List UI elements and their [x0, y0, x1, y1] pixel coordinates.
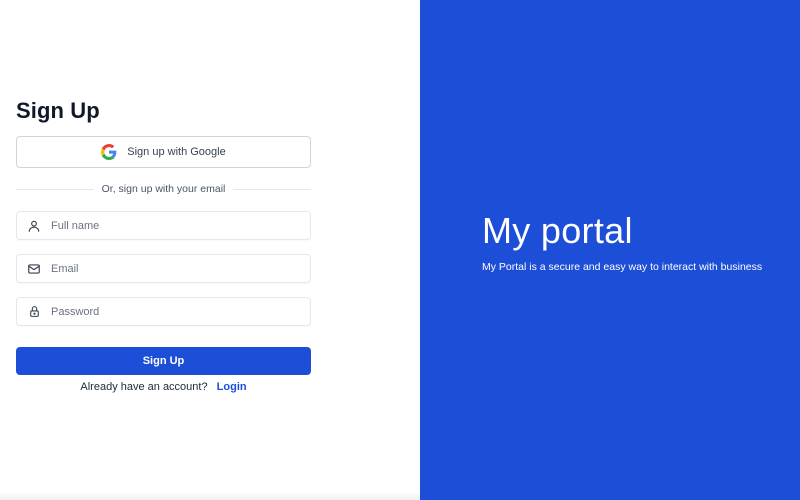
login-prompt-row: Already have an account? Login	[16, 381, 311, 393]
sign-up-button[interactable]: Sign Up	[16, 347, 311, 375]
signup-page: Sign Up Sign up with Google Or, sign up …	[0, 0, 800, 500]
login-link[interactable]: Login	[217, 381, 247, 393]
brand-title: My portal	[482, 210, 633, 251]
signup-form-panel: Sign Up Sign up with Google Or, sign up …	[0, 0, 420, 500]
divider-line-right	[233, 188, 311, 190]
divider-text: Or, sign up with your email	[101, 183, 226, 195]
google-signup-label: Sign up with Google	[127, 146, 226, 158]
email-field[interactable]	[16, 254, 311, 283]
mail-icon	[17, 262, 51, 276]
login-prompt-text: Already have an account?	[80, 381, 208, 393]
google-signup-button[interactable]: Sign up with Google	[16, 136, 311, 168]
full-name-input[interactable]	[51, 219, 291, 232]
bottom-shadow	[0, 492, 420, 500]
password-field[interactable]	[16, 297, 311, 326]
divider-line-left	[16, 188, 94, 190]
google-icon	[101, 144, 117, 160]
lock-icon	[17, 305, 51, 318]
user-icon	[17, 219, 51, 233]
email-input[interactable]	[51, 262, 291, 275]
password-input[interactable]	[51, 305, 291, 318]
brand-panel: My portal My Portal is a secure and easy…	[420, 0, 800, 500]
full-name-field[interactable]	[16, 211, 311, 240]
page-title: Sign Up	[16, 98, 100, 123]
brand-subtitle: My Portal is a secure and easy way to in…	[482, 261, 763, 273]
email-divider: Or, sign up with your email	[16, 182, 311, 196]
